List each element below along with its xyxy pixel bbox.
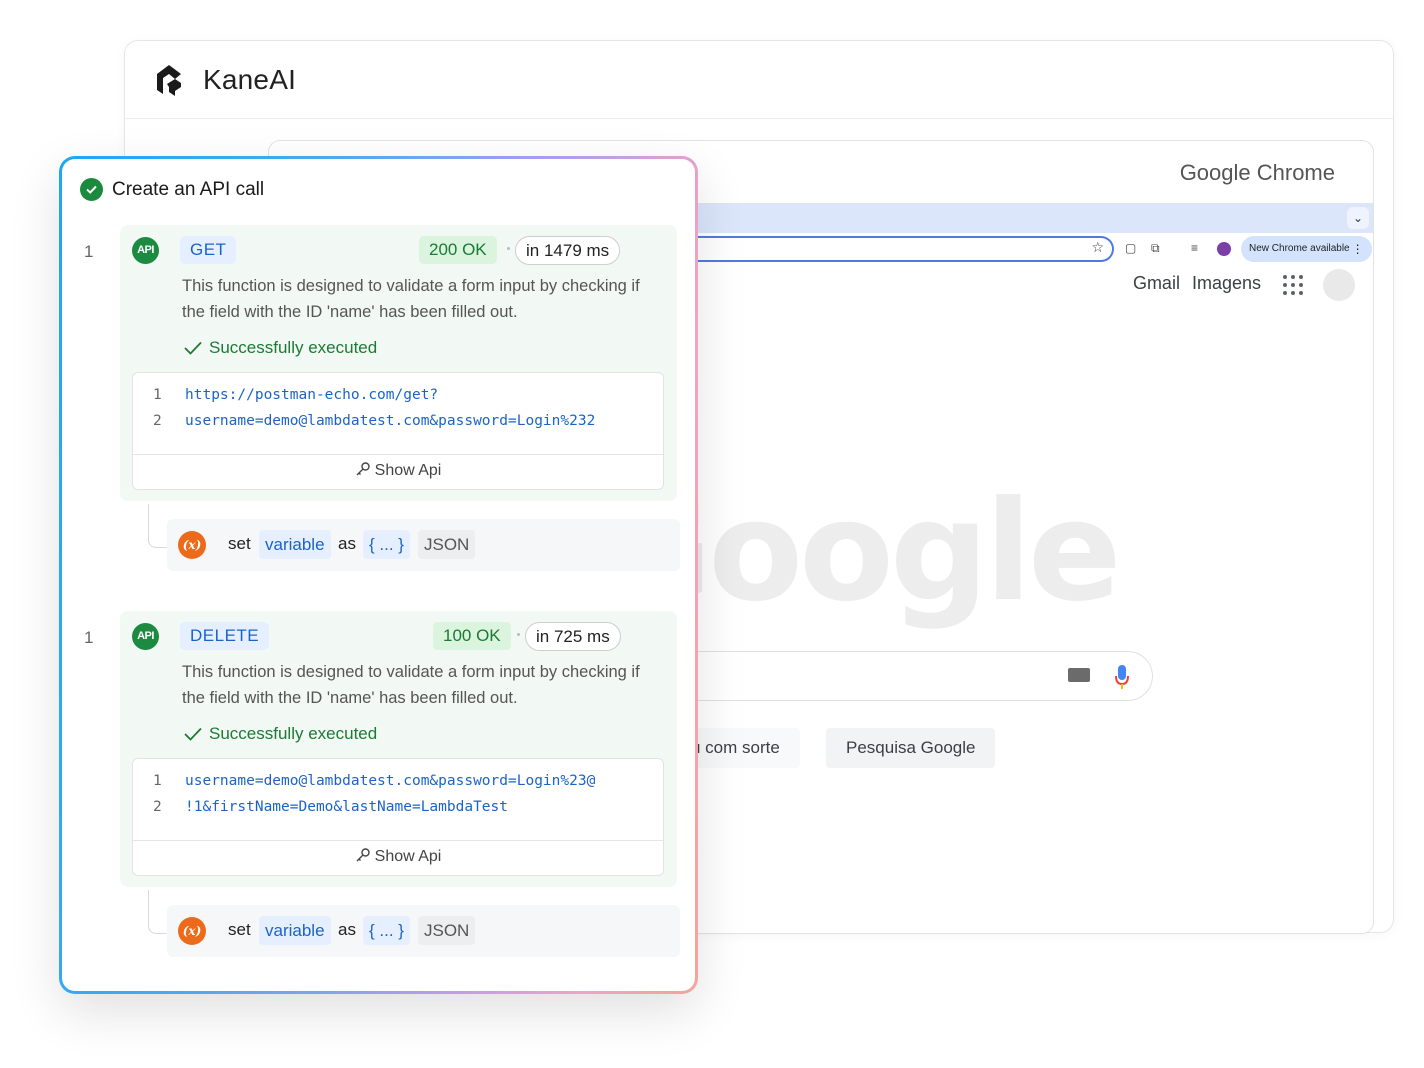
step-connector [148,504,168,548]
value-chip[interactable]: { ... } [363,530,410,559]
code-line: 1 username=demo@lambdatest.com&password=L… [153,773,596,789]
extensions-icon[interactable]: ⧉ [1151,241,1160,256]
as-keyword: as [338,920,356,939]
step-number: 1 [84,628,94,647]
success-label: Successfully executed [209,724,378,743]
chrome-window-title: Google Chrome [1179,160,1335,185]
profile-icon[interactable] [1217,242,1231,256]
variable-icon: (x) [178,531,206,559]
as-keyword: as [338,534,356,553]
api-call-card: Create an API call 1 API GET 200 OK in 1… [59,156,698,994]
new-chrome-available-button[interactable]: New Chrome available ⋮ [1241,236,1372,262]
success-status: Successfully executed [184,338,377,358]
success-label: Successfully executed [209,338,378,357]
status-badge: 100 OK [433,622,511,650]
update-badge-label: New Chrome available [1249,243,1350,254]
separator-dot [507,247,510,250]
check-circle-icon [80,178,103,201]
app-title: KaneAI [203,63,297,95]
type-chip: JSON [418,530,476,559]
gmail-link[interactable]: Gmail [1133,273,1180,294]
separator-dot [517,633,520,636]
http-method-badge: DELETE [180,622,270,650]
http-method-badge: GET [180,236,237,264]
code-line: 1 https://postman-echo.com/get? [153,387,439,403]
key-icon [356,462,370,476]
google-top-links: Gmail Imagens [1133,273,1261,294]
keyboard-icon[interactable] [1068,668,1090,682]
code-line: 2 !1&firstName=Demo&lastName=LambdaTest [153,799,509,815]
step-connector [148,890,168,934]
step-description: This function is designed to validate a … [182,277,640,321]
kaneai-header: KaneAI [125,41,1393,119]
key-icon [356,848,370,862]
variable-chip[interactable]: variable [259,916,331,945]
api-icon: API [132,237,159,264]
variable-chip[interactable]: variable [259,530,331,559]
set-variable-row: (x) set variable as { ... } JSON [167,519,680,571]
media-icon[interactable]: ≡ [1191,241,1198,255]
type-chip: JSON [418,916,476,945]
tab-search-chevron-icon[interactable]: ⌄ [1347,207,1369,229]
card-header: Create an API call [80,178,264,201]
timing-badge: in 1479 ms [515,236,621,265]
api-step-get: API GET 200 OK in 1479 ms This function … [120,225,677,501]
google-apps-icon[interactable] [1283,275,1303,295]
set-keyword: set [228,534,251,553]
set-variable-row: (x) set variable as { ... } JSON [167,905,680,957]
code-line: 2 username=demo@lambdatest.com&password=L… [153,413,596,429]
google-search-button[interactable]: Pesquisa Google [826,728,996,768]
api-icon: API [132,623,159,650]
checkmark-icon [184,727,202,741]
api-step-delete: API DELETE 100 OK in 725 ms This functio… [120,611,677,887]
show-api-button[interactable]: Show Api [133,847,663,866]
timing-badge: in 725 ms [525,622,621,651]
bookmark-star-icon[interactable]: ☆ [1091,239,1104,256]
card-title: Create an API call [112,178,265,200]
code-block: 1 username=demo@lambdatest.com&password=L… [132,758,664,876]
success-status: Successfully executed [184,724,377,744]
show-api-button[interactable]: Show Api [133,461,663,480]
variable-icon: (x) [178,917,206,945]
code-block: 1 https://postman-echo.com/get? 2 username… [132,372,664,490]
api-call-card-body: Create an API call 1 API GET 200 OK in 1… [62,159,695,991]
step-description: This function is designed to validate a … [182,663,640,707]
set-keyword: set [228,920,251,939]
microphone-icon[interactable] [1114,664,1130,690]
tab-icon[interactable]: ▢ [1125,241,1136,255]
step-number: 1 [84,242,94,261]
avatar[interactable] [1323,269,1355,301]
checkmark-icon [184,341,202,355]
images-link[interactable]: Imagens [1192,273,1261,294]
value-chip[interactable]: { ... } [363,916,410,945]
kebab-menu-icon[interactable]: ⋮ [1352,236,1364,262]
status-badge: 200 OK [419,236,497,264]
kaneai-logo-icon [157,64,181,96]
